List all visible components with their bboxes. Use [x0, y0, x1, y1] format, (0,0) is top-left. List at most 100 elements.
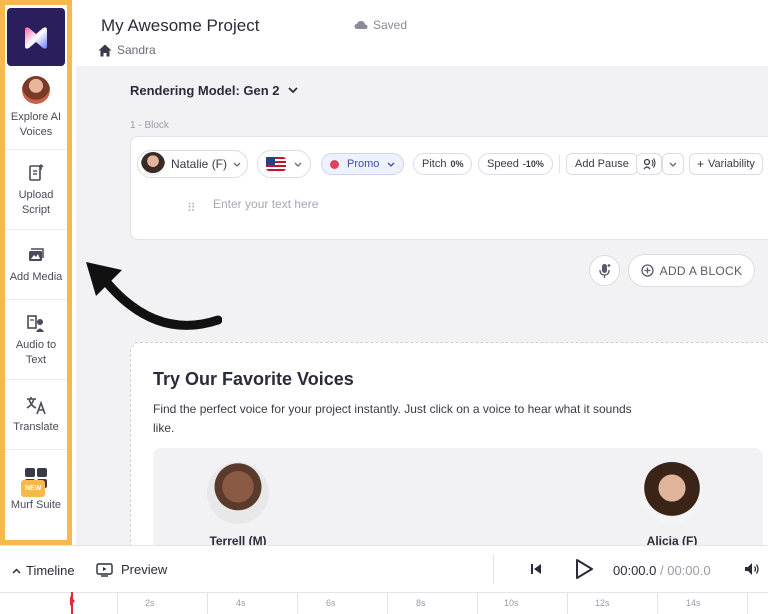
- preview-label: Preview: [121, 562, 168, 577]
- ruler-label: 12s: [595, 598, 610, 608]
- ruler-tick: [567, 593, 568, 614]
- project-title[interactable]: My Awesome Project: [101, 16, 259, 36]
- divider: [559, 155, 560, 173]
- annotation-arrow-icon: [86, 262, 222, 330]
- sidebar-item-upload-script[interactable]: Upload Script: [5, 150, 67, 230]
- rendering-model-label: Rendering Model: Gen 2: [130, 83, 280, 98]
- skip-back-icon[interactable]: [530, 563, 542, 575]
- microphone-icon: [598, 263, 610, 278]
- style-label: Promo: [347, 158, 380, 170]
- preview-icon: [96, 562, 113, 577]
- chevron-down-icon: [233, 162, 241, 167]
- breadcrumb[interactable]: Sandra: [98, 43, 156, 57]
- speed-control[interactable]: Speed -10%: [478, 153, 553, 175]
- ruler-tick: [117, 593, 118, 614]
- block-text-input[interactable]: [213, 197, 613, 211]
- sidebar-item-translate[interactable]: Translate: [5, 380, 67, 450]
- chevron-down-icon: [294, 162, 302, 167]
- pitch-value: 0%: [450, 159, 464, 169]
- sidebar-item-explore-voices[interactable]: Explore AI Voices: [5, 66, 67, 150]
- avatar: [22, 75, 50, 104]
- voice-input-button[interactable]: [589, 255, 620, 286]
- plus-icon: +: [697, 157, 705, 171]
- breadcrumb-workspace[interactable]: Sandra: [117, 43, 156, 57]
- plus-circle-icon: [641, 264, 654, 277]
- style-selector[interactable]: Promo: [321, 153, 405, 175]
- saved-label: Saved: [373, 18, 408, 32]
- header: My Awesome Project Saved Sandra: [76, 0, 768, 66]
- grid-icon: NEW: [21, 466, 49, 497]
- chevron-up-icon: [12, 567, 21, 574]
- ruler-tick: [297, 593, 298, 614]
- sidebar-item-murf-suite[interactable]: NEW Murf Suite: [5, 450, 67, 528]
- variability-label: Variability: [708, 158, 755, 170]
- ruler-tick: [207, 593, 208, 614]
- pitch-label: Pitch: [422, 158, 447, 170]
- timeline-toggle[interactable]: Timeline: [12, 563, 75, 578]
- voice-avatar-terrell[interactable]: [207, 462, 269, 524]
- sidebar-item-label: Audio to Text: [15, 338, 57, 366]
- murf-logo-icon: [25, 27, 47, 49]
- time-display: 00:00.0 / 00:00.0: [613, 563, 711, 578]
- style-icon: [330, 159, 339, 169]
- total-duration: 00:00.0: [667, 563, 711, 578]
- chevron-down-icon: [387, 162, 395, 167]
- ruler-label: 2s: [145, 598, 155, 608]
- favorite-voices-panel: Try Our Favorite Voices Find the perfect…: [130, 342, 768, 558]
- playhead[interactable]: [70, 592, 75, 614]
- ruler-tick: [387, 593, 388, 614]
- ruler-label: 14s: [686, 598, 701, 608]
- ruler-tick: [747, 593, 748, 614]
- translate-icon: [25, 394, 47, 416]
- chevron-down-icon: [287, 87, 298, 94]
- favorite-voices-title: Try Our Favorite Voices: [153, 369, 354, 389]
- voice-cards: Terrell (M) Alicia (F): [153, 448, 763, 558]
- add-pause-label: Add Pause: [575, 158, 629, 170]
- add-block-button[interactable]: ADD A BLOCK: [628, 254, 755, 287]
- current-time: 00:00.0: [613, 563, 657, 578]
- ruler-label: 6s: [326, 598, 336, 608]
- block-label: 1 - Block: [130, 120, 169, 131]
- voice-selector[interactable]: Natalie (F): [137, 150, 249, 178]
- ruler-label: 4s: [236, 598, 246, 608]
- sidebar-item-audio-to-text[interactable]: Audio to Text: [5, 300, 67, 380]
- saved-status: Saved: [354, 18, 407, 32]
- sidebar-item-label: Explore AI Voices: [10, 110, 62, 138]
- audio-to-text-icon: [25, 312, 47, 334]
- sidebar-item-label: Translate: [13, 421, 59, 433]
- more-options-button[interactable]: [662, 153, 684, 175]
- sidebar-item-label: Upload Script: [18, 188, 54, 216]
- media-icon: [25, 244, 47, 266]
- voice-name: Natalie (F): [171, 157, 228, 171]
- sidebar-item-label: Add Media: [9, 271, 63, 283]
- drag-handle-icon[interactable]: ⠿: [187, 201, 197, 215]
- variability-button[interactable]: + Variability: [689, 153, 763, 175]
- player-bar: Timeline Preview 00:00.0 / 00:00.0: [0, 545, 768, 592]
- upload-script-icon: [25, 162, 47, 184]
- favorite-voices-subtitle: Find the perfect voice for your project …: [153, 402, 632, 435]
- chevron-down-icon: [669, 162, 677, 167]
- add-block-label: ADD A BLOCK: [659, 263, 743, 278]
- pitch-control[interactable]: Pitch 0%: [413, 153, 473, 175]
- emphasis-button[interactable]: [636, 153, 662, 175]
- sidebar-item-add-media[interactable]: Add Media: [5, 230, 67, 300]
- rendering-model-select[interactable]: Rendering Model: Gen 2: [130, 83, 298, 98]
- play-icon[interactable]: [574, 558, 594, 580]
- text-block: Natalie (F) Promo Pitch 0% Speed -10% Ad…: [130, 136, 768, 240]
- divider: [493, 554, 494, 584]
- voice-avatar-alicia[interactable]: [641, 462, 703, 524]
- speed-label: Speed: [487, 158, 519, 170]
- timeline-ruler[interactable]: 2s 4s 6s 8s 10s 12s 14s: [0, 592, 768, 614]
- volume-icon[interactable]: [744, 562, 760, 576]
- sidebar: Explore AI Voices Upload Script Add Medi…: [0, 0, 72, 545]
- ruler-tick: [477, 593, 478, 614]
- voice-avatar: [141, 152, 165, 176]
- add-pause-button[interactable]: Add Pause: [566, 153, 638, 175]
- cloud-icon: [354, 21, 368, 29]
- speed-value: -10%: [522, 159, 544, 169]
- language-selector[interactable]: [257, 150, 311, 178]
- new-badge: NEW: [21, 479, 46, 497]
- time-separator: /: [656, 563, 668, 578]
- app-logo[interactable]: [7, 8, 65, 66]
- preview-button[interactable]: Preview: [96, 562, 167, 577]
